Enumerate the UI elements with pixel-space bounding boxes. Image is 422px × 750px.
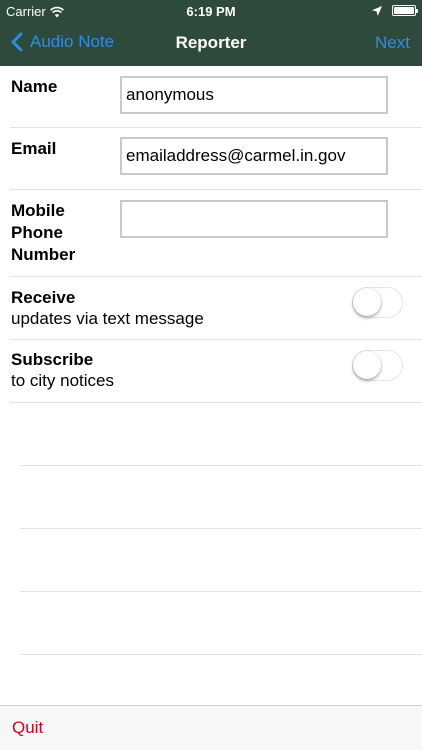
row-divider xyxy=(10,402,422,403)
receive-title: Receive xyxy=(11,288,76,307)
phone-field[interactable] xyxy=(120,200,388,238)
phone-label: Mobile Phone Number xyxy=(11,200,75,266)
bottom-toolbar: Quit xyxy=(0,705,422,750)
email-row: Email xyxy=(0,128,422,190)
page-title: Reporter xyxy=(175,33,247,52)
receive-subtitle: updates via text message xyxy=(11,309,204,328)
empty-row-divider xyxy=(20,465,422,466)
subscribe-subtitle: to city notices xyxy=(11,371,114,390)
empty-row-divider xyxy=(20,528,422,529)
status-time: 6:19 PM xyxy=(186,4,236,19)
toggle-knob xyxy=(353,288,381,316)
name-row: Name xyxy=(0,66,422,128)
location-arrow-icon xyxy=(372,5,382,16)
status-right xyxy=(372,5,418,16)
top-bar: Carrier 6:19 PM Audio Note Reporter Next xyxy=(0,0,422,66)
phone-label-line: Phone xyxy=(11,223,63,242)
receive-toggle[interactable] xyxy=(352,287,403,318)
battery-fill xyxy=(394,7,414,14)
subscribe-toggle[interactable] xyxy=(352,350,403,381)
name-field[interactable] xyxy=(120,76,388,114)
next-button[interactable]: Next xyxy=(375,33,410,53)
subscribe-row: Subscribe to city notices xyxy=(0,340,422,403)
subscribe-title: Subscribe xyxy=(11,350,94,369)
battery-icon xyxy=(392,5,418,16)
receive-row: Receive updates via text message xyxy=(0,277,422,340)
toggle-knob xyxy=(353,351,381,379)
name-label: Name xyxy=(11,77,58,96)
email-field[interactable] xyxy=(120,137,388,175)
phone-label-line: Mobile xyxy=(11,201,65,220)
empty-row-divider xyxy=(20,654,422,655)
navigation-bar: Audio Note Reporter Next xyxy=(0,22,422,66)
phone-label-line: Number xyxy=(11,245,76,264)
email-label: Email xyxy=(11,139,57,158)
phone-row: Mobile Phone Number xyxy=(0,190,422,277)
status-bar: Carrier 6:19 PM xyxy=(0,0,422,22)
quit-button[interactable]: Quit xyxy=(12,718,43,738)
empty-row-divider xyxy=(20,591,422,592)
